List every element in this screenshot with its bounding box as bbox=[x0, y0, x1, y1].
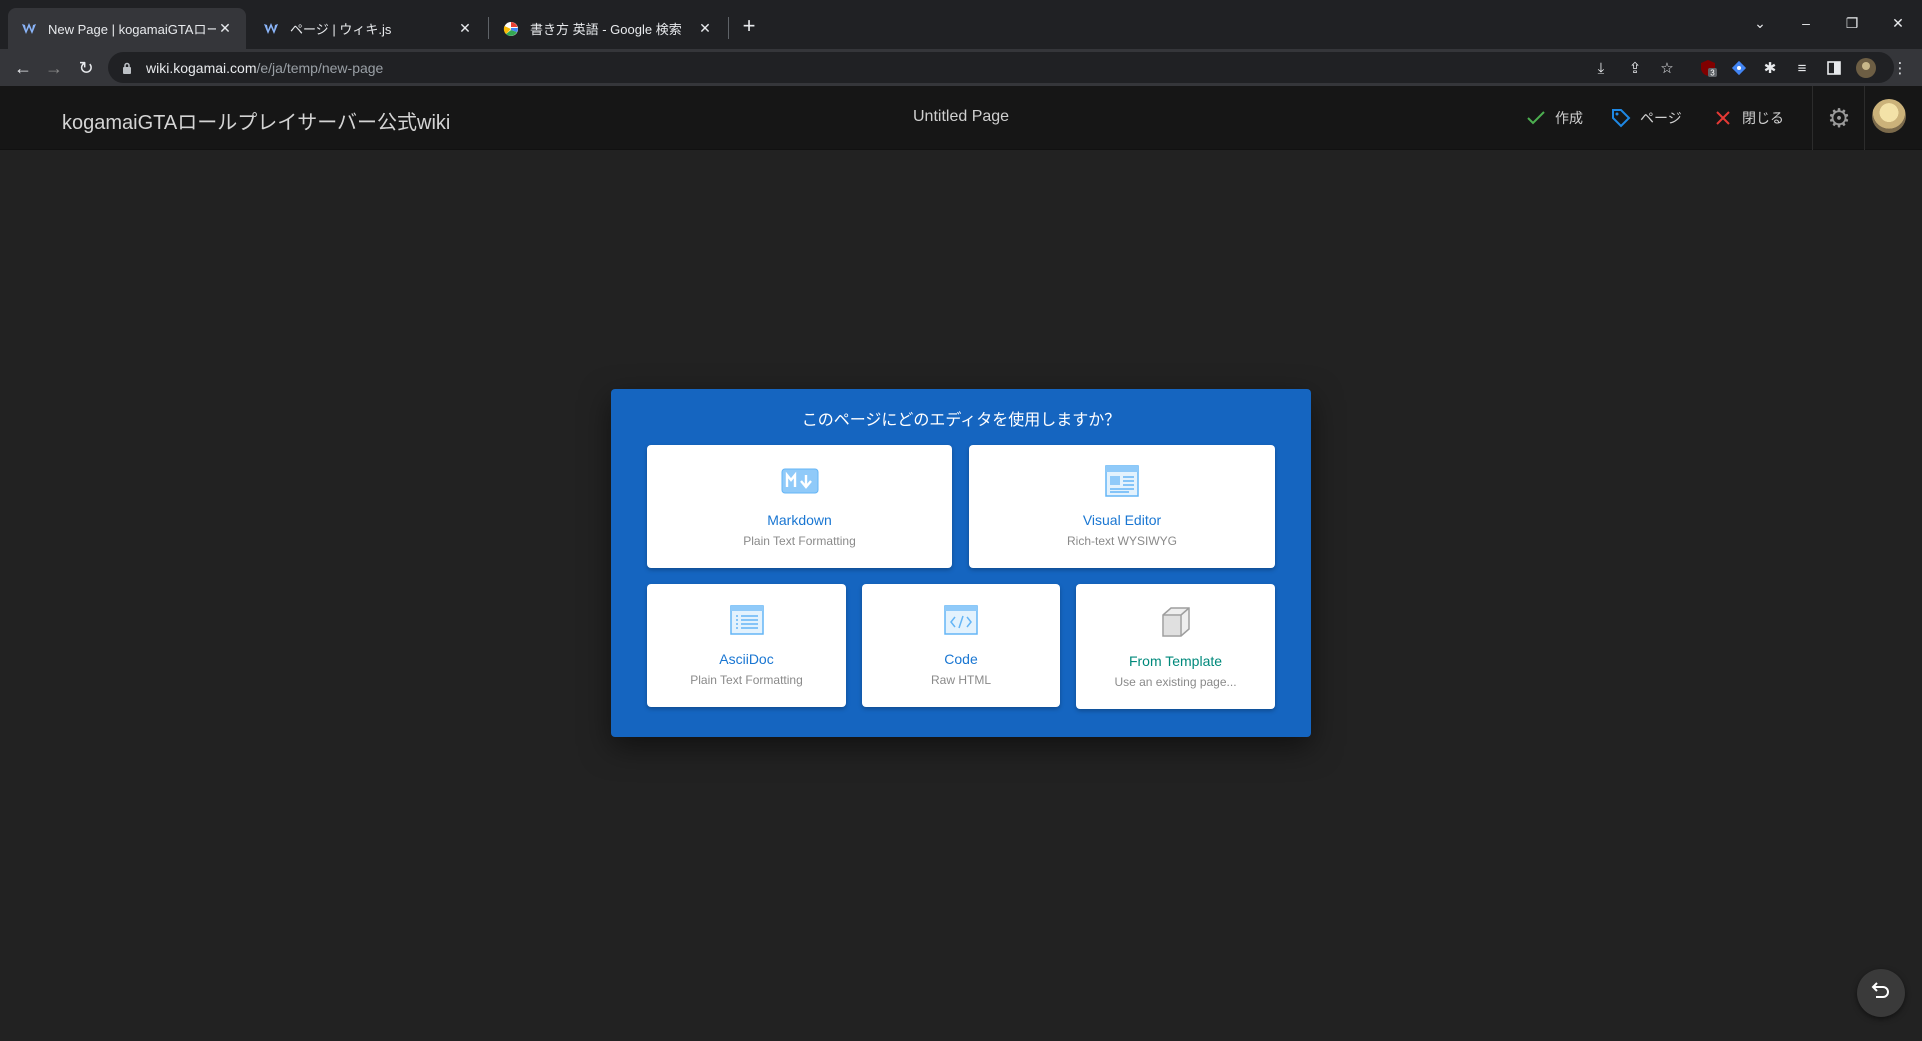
close-tab-icon[interactable]: ✕ bbox=[696, 20, 714, 38]
editor-name: Markdown bbox=[767, 512, 832, 528]
google-icon bbox=[502, 20, 520, 38]
gear-icon[interactable]: ⚙ bbox=[1825, 103, 1853, 133]
editor-card-asciidoc[interactable]: AsciiDoc Plain Text Formatting bbox=[647, 584, 846, 707]
forward-icon[interactable]: → bbox=[41, 55, 67, 81]
bookmark-star-icon[interactable]: ☆ bbox=[1656, 57, 1678, 79]
tab-title: New Page | kogamaiGTAロールプレ bbox=[48, 22, 216, 37]
undo-fab-button[interactable] bbox=[1857, 969, 1905, 1017]
header-divider bbox=[1864, 86, 1865, 150]
asciidoc-icon bbox=[727, 602, 767, 638]
new-tab-button[interactable]: + bbox=[737, 13, 761, 38]
browser-tab-active[interactable]: New Page | kogamaiGTAロールプレ ✕ bbox=[8, 8, 246, 49]
window-close-icon[interactable]: ✕ bbox=[1875, 8, 1921, 38]
code-icon bbox=[941, 602, 981, 638]
extension-icon[interactable] bbox=[1728, 57, 1750, 79]
install-app-icon[interactable]: ⤓ bbox=[1590, 57, 1612, 79]
tab-search-icon[interactable]: ⌄ bbox=[1737, 8, 1783, 38]
editor-card-from-template[interactable]: From Template Use an existing page... bbox=[1076, 584, 1275, 709]
extensions-puzzle-icon[interactable]: ✱ bbox=[1759, 57, 1781, 79]
editor-card-visual-editor[interactable]: Visual Editor Rich-text WYSIWYG bbox=[969, 445, 1275, 568]
tab-title: 書き方 英語 - Google 検索 bbox=[530, 22, 682, 37]
browser-toolbar: ← → ↻ wiki.kogamai.com/e/ja/temp/new-pag… bbox=[0, 49, 1922, 86]
wikijs-icon bbox=[262, 20, 280, 38]
extension-badge: 3 bbox=[1710, 69, 1715, 78]
create-button[interactable]: 作成 bbox=[1525, 106, 1583, 130]
url-path: /e/ja/temp/new-page bbox=[256, 59, 384, 76]
page-properties-button[interactable]: ページ bbox=[1610, 106, 1682, 130]
restore-icon[interactable]: ❐ bbox=[1829, 8, 1875, 38]
undo-icon bbox=[1870, 979, 1892, 1007]
lock-icon bbox=[122, 61, 136, 75]
browser-tab[interactable]: 書き方 英語 - Google 検索 ✕ bbox=[490, 8, 726, 49]
side-panel-icon[interactable] bbox=[1823, 57, 1845, 79]
browser-menu-icon[interactable]: ⋮ bbox=[1889, 57, 1911, 79]
header-divider bbox=[1812, 86, 1813, 150]
editor-name: Visual Editor bbox=[1082, 512, 1162, 528]
tag-icon bbox=[1610, 107, 1632, 129]
visual-editor-icon bbox=[1102, 463, 1142, 499]
editor-subtitle: Plain Text Formatting bbox=[743, 534, 856, 548]
close-tab-icon[interactable]: ✕ bbox=[456, 20, 474, 38]
page-label: ページ bbox=[1640, 110, 1682, 126]
editor-name: From Template bbox=[1128, 653, 1223, 669]
page-title[interactable]: Untitled Page bbox=[913, 108, 1009, 126]
avatar[interactable] bbox=[1872, 99, 1906, 133]
close-editor-button[interactable]: 閉じる bbox=[1712, 106, 1784, 130]
close-tab-icon[interactable]: ✕ bbox=[216, 20, 234, 38]
editor-subtitle: Raw HTML bbox=[930, 673, 991, 687]
editor-subtitle: Use an existing page... bbox=[1114, 675, 1237, 689]
editor-card-markdown[interactable]: Markdown Plain Text Formatting bbox=[647, 445, 952, 568]
tab-divider bbox=[488, 17, 489, 39]
minimize-icon[interactable]: – bbox=[1783, 8, 1829, 38]
browser-tab[interactable]: ページ | ウィキ.js ✕ bbox=[250, 8, 486, 49]
dialog-title: このページにどのエディタを使用しますか？ bbox=[801, 412, 1121, 429]
site-title[interactable]: kogamaiGTAロールプレイサーバー公式wiki bbox=[62, 106, 450, 135]
check-icon bbox=[1525, 107, 1547, 129]
editor-select-dialog: このページにどのエディタを使用しますか？ Markdown Plain Text… bbox=[611, 389, 1311, 737]
ublock-extension-icon[interactable]: 3 bbox=[1697, 57, 1719, 79]
profile-avatar-icon[interactable] bbox=[1855, 57, 1877, 79]
create-label: 作成 bbox=[1555, 110, 1583, 126]
editor-card-code[interactable]: Code Raw HTML bbox=[862, 584, 1060, 707]
editor-name: AsciiDoc bbox=[719, 651, 774, 667]
editor-subtitle: Rich-text WYSIWYG bbox=[1066, 534, 1177, 548]
editor-subtitle: Plain Text Formatting bbox=[690, 673, 803, 687]
close-icon bbox=[1712, 107, 1734, 129]
markdown-icon bbox=[780, 463, 820, 499]
tab-divider bbox=[728, 17, 729, 39]
close-label: 閉じる bbox=[1742, 110, 1784, 126]
media-control-icon[interactable]: ≡ bbox=[1791, 57, 1813, 79]
back-icon[interactable]: ← bbox=[10, 55, 36, 81]
share-icon[interactable]: ⇪ bbox=[1624, 57, 1646, 79]
editor-name: Code bbox=[944, 651, 978, 667]
tab-title: ページ | ウィキ.js bbox=[290, 22, 392, 37]
app-header: kogamaiGTAロールプレイサーバー公式wiki Untitled Page… bbox=[0, 86, 1922, 150]
wikijs-icon bbox=[20, 20, 38, 38]
browser-tabstrip: New Page | kogamaiGTAロールプレ ✕ ページ | ウィキ.j… bbox=[0, 0, 1922, 49]
template-icon bbox=[1156, 604, 1196, 640]
reload-icon[interactable]: ↻ bbox=[73, 55, 99, 81]
url-host: wiki.kogamai.com bbox=[146, 59, 257, 76]
